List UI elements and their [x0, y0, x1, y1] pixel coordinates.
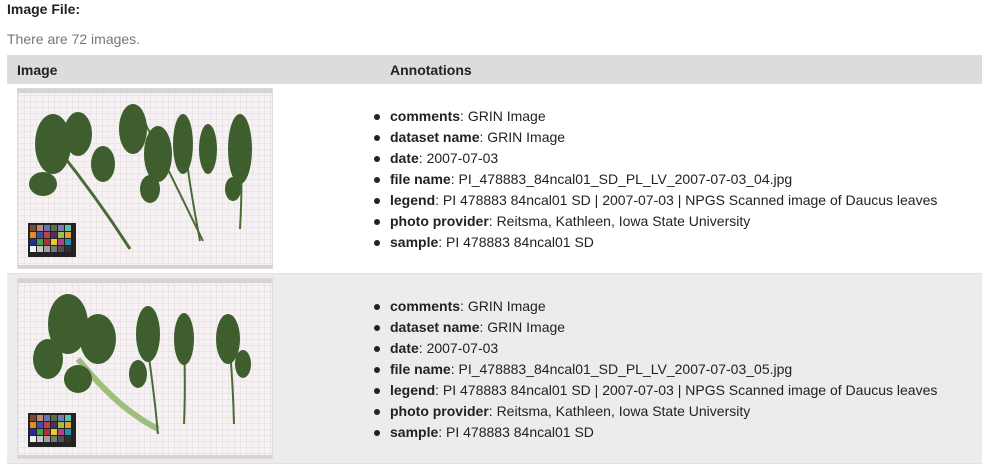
- annotation-item: file name: PI_478883_84ncal01_SD_PL_LV_2…: [374, 169, 982, 190]
- annotation-value: GRIN Image: [487, 319, 566, 335]
- annotation-value: PI 478883 84ncal01 SD | 2007-07-03 | NPG…: [442, 192, 938, 208]
- image-table: Image Annotations comments: GRIN Image d…: [7, 55, 982, 464]
- annotation-value: PI 478883 84ncal01 SD | 2007-07-03 | NPG…: [442, 382, 938, 398]
- annotation-value: PI_478883_84ncal01_SD_PL_LV_2007-07-03_0…: [458, 361, 793, 377]
- annotation-value: 2007-07-03: [426, 340, 499, 356]
- image-cell: [7, 274, 381, 459]
- column-header-annotations: Annotations: [390, 61, 472, 78]
- table-row: comments: GRIN Image dataset name: GRIN …: [7, 274, 982, 464]
- annotation-item: photo provider: Reitsma, Kathleen, Iowa …: [374, 401, 982, 422]
- annotation-value: GRIN Image: [487, 129, 566, 145]
- annotation-key: dataset name: [390, 129, 480, 145]
- annotation-list: comments: GRIN Image dataset name: GRIN …: [374, 106, 982, 253]
- leaf-scan-image: [18, 279, 272, 458]
- annotation-key: photo provider: [390, 213, 489, 229]
- annotation-item: comments: GRIN Image: [374, 296, 982, 317]
- annotation-item: sample: PI 478883 84ncal01 SD: [374, 422, 982, 443]
- annotation-key: file name: [390, 361, 451, 377]
- annotation-value: Reitsma, Kathleen, Iowa State University: [496, 213, 751, 229]
- column-header-image: Image: [17, 61, 58, 78]
- annotation-value: PI 478883 84ncal01 SD: [446, 424, 594, 440]
- table-header: Image Annotations: [7, 55, 982, 84]
- annotation-value: GRIN Image: [467, 298, 546, 314]
- annotation-key: legend: [390, 192, 436, 208]
- annotation-value: GRIN Image: [467, 108, 546, 124]
- annotation-item: date: 2007-07-03: [374, 148, 982, 169]
- annotation-item: sample: PI 478883 84ncal01 SD: [374, 232, 982, 253]
- annotation-list: comments: GRIN Image dataset name: GRIN …: [374, 296, 982, 443]
- annotation-key: comments: [390, 298, 461, 314]
- annotation-item: comments: GRIN Image: [374, 106, 982, 127]
- image-cell: [7, 84, 381, 269]
- annotation-value: PI 478883 84ncal01 SD: [446, 234, 594, 250]
- annotation-key: legend: [390, 382, 436, 398]
- table-row: comments: GRIN Image dataset name: GRIN …: [7, 84, 982, 274]
- annotation-key: photo provider: [390, 403, 489, 419]
- leaf-scan-thumbnail[interactable]: [17, 88, 273, 269]
- annotation-item: dataset name: GRIN Image: [374, 127, 982, 148]
- annotation-key: date: [390, 150, 419, 166]
- annotation-value: 2007-07-03: [426, 150, 499, 166]
- annotation-item: file name: PI_478883_84ncal01_SD_PL_LV_2…: [374, 359, 982, 380]
- page-heading: Image File:: [7, 1, 81, 17]
- annotation-key: sample: [390, 424, 439, 440]
- annotation-key: comments: [390, 108, 461, 124]
- annotation-item: dataset name: GRIN Image: [374, 317, 982, 338]
- annotation-value: PI_478883_84ncal01_SD_PL_LV_2007-07-03_0…: [458, 171, 793, 187]
- annotation-item: photo provider: Reitsma, Kathleen, Iowa …: [374, 211, 982, 232]
- annotation-item: date: 2007-07-03: [374, 338, 982, 359]
- annotation-key: file name: [390, 171, 451, 187]
- annotation-key: sample: [390, 234, 439, 250]
- annotation-item: legend: PI 478883 84ncal01 SD | 2007-07-…: [374, 380, 982, 401]
- annotation-item: legend: PI 478883 84ncal01 SD | 2007-07-…: [374, 190, 982, 211]
- annotations-cell: comments: GRIN Image dataset name: GRIN …: [374, 274, 982, 443]
- annotation-value: Reitsma, Kathleen, Iowa State University: [496, 403, 751, 419]
- annotation-key: date: [390, 340, 419, 356]
- annotation-key: dataset name: [390, 319, 480, 335]
- annotations-cell: comments: GRIN Image dataset name: GRIN …: [374, 84, 982, 253]
- leaf-scan-thumbnail[interactable]: [17, 278, 273, 459]
- leaf-scan-image: [18, 89, 272, 268]
- image-count: There are 72 images.: [7, 31, 141, 47]
